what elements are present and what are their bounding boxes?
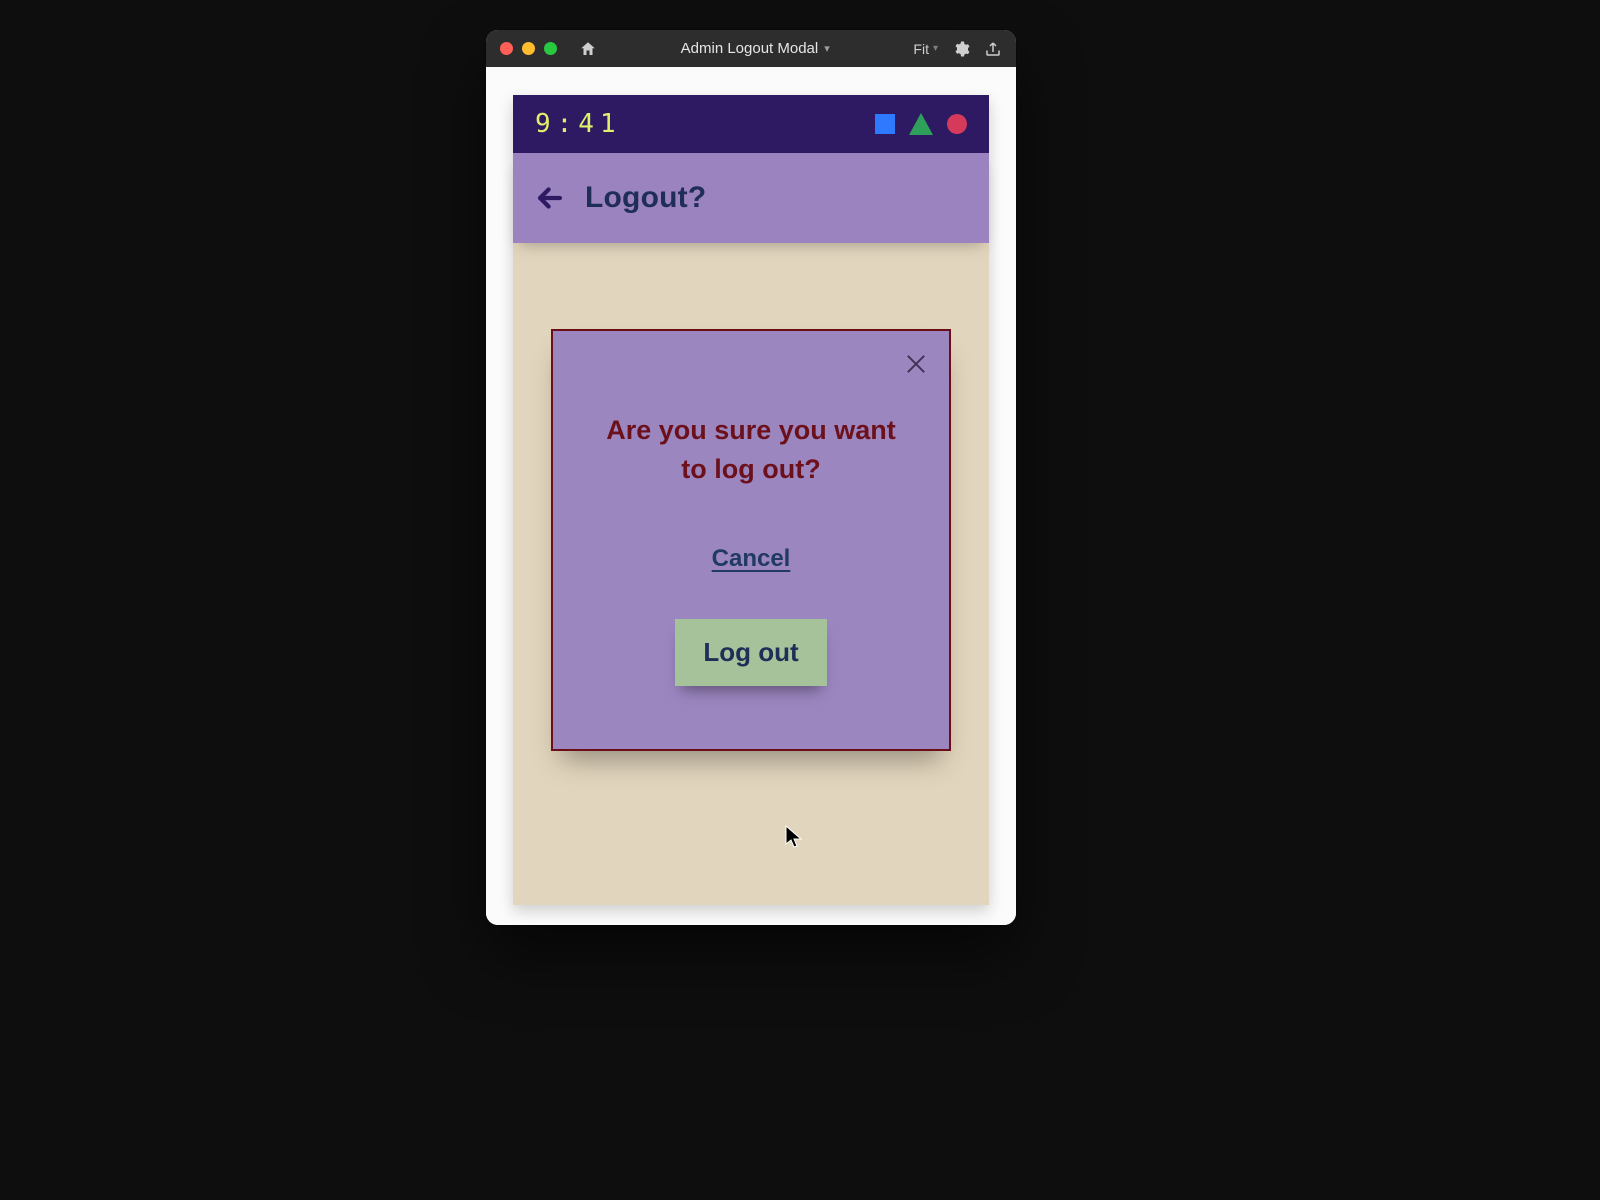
- home-icon[interactable]: [579, 40, 597, 58]
- stage: Admin Logout Modal ▾ Fit ▾ 9:41: [246, 0, 1354, 1200]
- close-icon[interactable]: [899, 347, 933, 381]
- share-icon[interactable]: [984, 40, 1002, 58]
- status-circle-icon: [947, 114, 967, 134]
- statusbar-time: 9:41: [535, 109, 622, 139]
- cursor-icon: [785, 825, 805, 854]
- design-canvas[interactable]: 9:41 Logout?: [486, 67, 1016, 925]
- cancel-link[interactable]: Cancel: [712, 545, 791, 573]
- phone-statusbar: 9:41: [513, 95, 989, 153]
- window-titlebar: Admin Logout Modal ▾ Fit ▾: [486, 30, 1016, 67]
- window-traffic-lights: [500, 42, 557, 55]
- window-zoom-button[interactable]: [544, 42, 557, 55]
- window-title-text: Admin Logout Modal: [681, 40, 819, 57]
- window-title[interactable]: Admin Logout Modal ▾: [607, 40, 903, 57]
- chevron-down-icon: ▾: [933, 43, 938, 54]
- zoom-label: Fit: [913, 41, 929, 57]
- status-square-icon: [875, 114, 895, 134]
- preview-window: Admin Logout Modal ▾ Fit ▾ 9:41: [486, 30, 1016, 925]
- gear-icon[interactable]: [952, 40, 970, 58]
- zoom-dropdown[interactable]: Fit ▾: [913, 41, 938, 57]
- logout-button[interactable]: Log out: [675, 619, 826, 686]
- app-header: Logout?: [513, 153, 989, 243]
- statusbar-icons: [875, 113, 967, 135]
- chevron-down-icon: ▾: [824, 42, 830, 55]
- back-arrow-icon[interactable]: [533, 181, 567, 215]
- window-close-button[interactable]: [500, 42, 513, 55]
- status-triangle-icon: [909, 113, 933, 135]
- page-title: Logout?: [585, 181, 706, 215]
- phone-artboard: 9:41 Logout?: [513, 95, 989, 905]
- window-minimize-button[interactable]: [522, 42, 535, 55]
- logout-confirm-modal: Are you sure you want to log out? Cancel…: [551, 329, 951, 751]
- modal-message: Are you sure you want to log out?: [601, 411, 901, 489]
